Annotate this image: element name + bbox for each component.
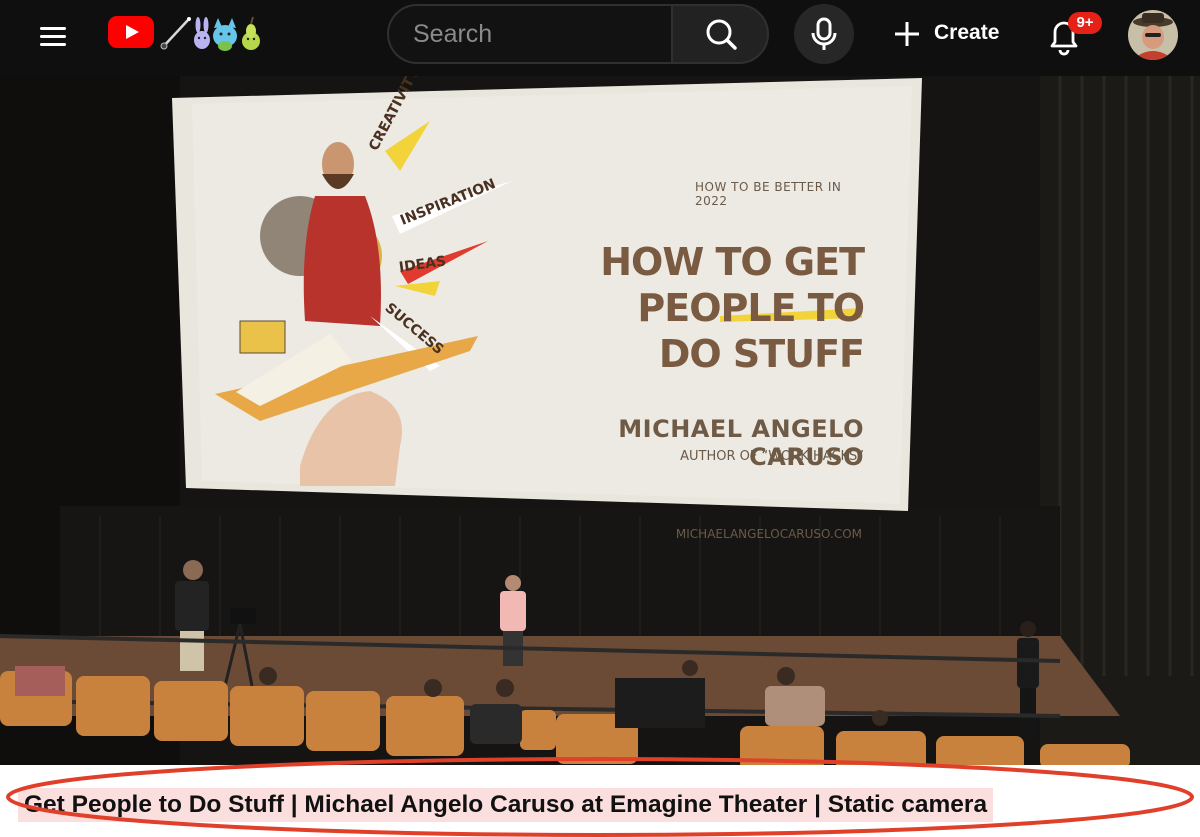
video-title[interactable]: Get People to Do Stuff | Michael Angelo … bbox=[18, 788, 994, 822]
notifications-button[interactable]: 9+ bbox=[1040, 10, 1102, 62]
slide-kicker: HOW TO BE BETTER IN 2022 bbox=[695, 180, 842, 208]
hamburger-menu-icon[interactable] bbox=[30, 14, 76, 60]
slide-url: MICHAELANGELOCARUSO.COM bbox=[675, 527, 862, 541]
plus-icon bbox=[895, 22, 919, 46]
search-bar bbox=[387, 4, 673, 64]
slide-author-line: AUTHOR OF “WORK HACKS” bbox=[680, 449, 864, 464]
create-label: Create bbox=[934, 21, 1000, 44]
search-input[interactable] bbox=[413, 6, 653, 62]
user-avatar[interactable] bbox=[1128, 10, 1178, 60]
voice-search-button[interactable] bbox=[794, 4, 854, 64]
youtube-logo-icon[interactable] bbox=[108, 16, 154, 48]
slide-headline: HOW TO GET PEOPLE TO DO STUFF bbox=[600, 240, 865, 376]
top-bar: Create 9+ bbox=[0, 0, 1200, 76]
notification-count-badge: 9+ bbox=[1068, 12, 1102, 34]
microphone-icon bbox=[811, 17, 837, 50]
search-icon bbox=[706, 19, 737, 50]
doodle-characters-icon[interactable] bbox=[158, 12, 266, 52]
video-player[interactable]: HOW TO BE BETTER IN 2022 HOW TO GET PEOP… bbox=[0, 76, 1200, 765]
create-button[interactable]: Create bbox=[880, 8, 1010, 60]
video-title-area: Get People to Do Stuff | Michael Angelo … bbox=[0, 765, 1200, 837]
search-button[interactable] bbox=[671, 4, 769, 64]
